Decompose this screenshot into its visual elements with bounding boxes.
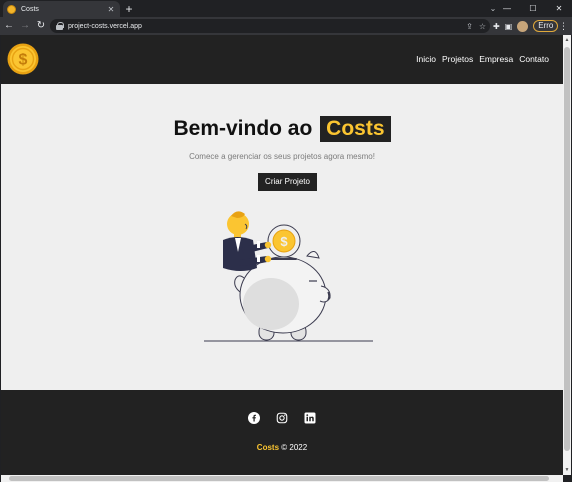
vertical-scrollbar[interactable]: ▲ ▼: [563, 35, 571, 475]
reload-icon[interactable]: ↻: [34, 19, 48, 33]
nav-link-inicio[interactable]: Inicio: [416, 54, 436, 64]
profile-avatar[interactable]: [517, 20, 529, 32]
minimize-icon[interactable]: —: [494, 4, 520, 13]
social-links: [1, 412, 563, 424]
create-project-button[interactable]: Criar Projeto: [258, 173, 317, 191]
nav-link-contato[interactable]: Contato: [519, 54, 549, 64]
close-window-icon[interactable]: ✕: [546, 4, 572, 13]
lock-icon[interactable]: [56, 22, 64, 30]
address-bar[interactable]: project-costs.vercel.app ⇪ ☆: [50, 19, 490, 33]
horizontal-scrollbar[interactable]: [1, 475, 563, 482]
hero-section: Bem-vindo ao Costs Comece a gerenciar os…: [1, 84, 563, 390]
linkedin-icon[interactable]: [304, 412, 316, 424]
nav-link-empresa[interactable]: Empresa: [479, 54, 513, 64]
scroll-down-icon[interactable]: ▼: [564, 467, 570, 473]
instagram-icon[interactable]: [276, 412, 288, 424]
tab-title: Costs: [21, 5, 39, 13]
piggy-bank-savings-illustration: $: [204, 211, 373, 342]
hero-title-prefix: Bem-vindo ao: [173, 117, 313, 140]
nav-link-projetos[interactable]: Projetos: [442, 54, 473, 64]
new-tab-button[interactable]: +: [122, 2, 136, 16]
footer-brand: Costs: [256, 443, 280, 452]
error-badge[interactable]: Erro: [533, 20, 559, 32]
nav-menu: Inicio Projetos Empresa Contato: [416, 54, 549, 64]
svg-text:$: $: [280, 234, 288, 249]
footer: Costs © 2022: [1, 390, 563, 475]
bookmark-star-icon[interactable]: ☆: [479, 22, 486, 31]
hero-title-brand: Costs: [320, 116, 391, 142]
forward-arrow-icon[interactable]: →: [18, 19, 32, 33]
scroll-up-icon[interactable]: ▲: [564, 37, 570, 43]
extensions-puzzle-icon[interactable]: ✚: [493, 22, 500, 31]
share-icon[interactable]: ⇪: [466, 22, 473, 31]
coin-logo-icon[interactable]: $: [7, 43, 39, 75]
vertical-scroll-thumb[interactable]: [564, 47, 570, 451]
browser-tab[interactable]: Costs ✕: [3, 1, 120, 17]
side-panel-icon[interactable]: ▣: [505, 22, 513, 31]
svg-text:$: $: [19, 52, 28, 69]
page-viewport: $ Inicio Projetos Empresa Contato Bem-vi…: [1, 35, 563, 475]
url-text[interactable]: project-costs.vercel.app: [68, 23, 142, 30]
costs-favicon-icon: [7, 4, 16, 14]
copyright-text: Costs © 2022: [1, 443, 563, 452]
error-label: Erro: [538, 21, 554, 30]
back-arrow-icon[interactable]: ←: [2, 19, 16, 33]
hero-title: Bem-vindo ao Costs: [1, 116, 563, 142]
browser-menu-icon[interactable]: ⋮: [559, 19, 568, 33]
facebook-icon[interactable]: [248, 412, 260, 424]
copyright-year: © 2022: [281, 443, 308, 452]
tab-close-icon[interactable]: ✕: [106, 5, 116, 14]
horizontal-scroll-thumb[interactable]: [9, 476, 549, 481]
hero-subtitle: Comece a gerenciar os seus projetos agor…: [189, 152, 375, 161]
navbar: $ Inicio Projetos Empresa Contato: [1, 35, 563, 84]
window-controls: — ☐ ✕: [494, 0, 572, 17]
tab-strip: Costs ✕ + ⌄ — ☐ ✕: [0, 0, 572, 17]
browser-toolbar: ← → ↻ project-costs.vercel.app ⇪ ☆ ✚ ▣ E…: [0, 17, 572, 35]
maximize-icon[interactable]: ☐: [520, 4, 546, 13]
